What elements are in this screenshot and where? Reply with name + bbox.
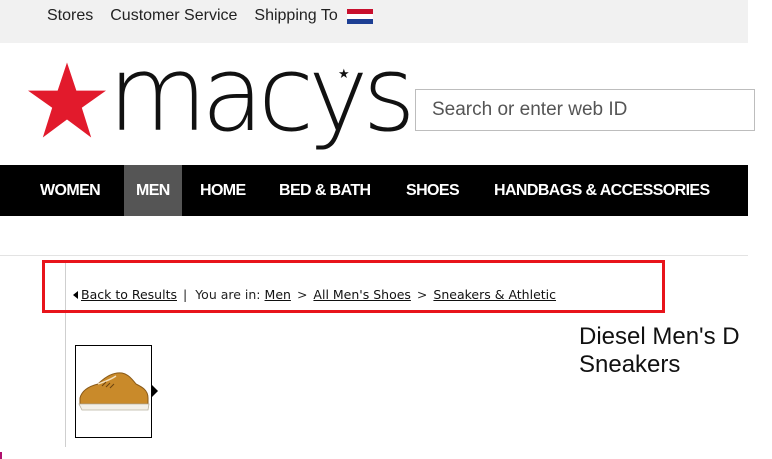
highlight-box bbox=[42, 260, 665, 313]
logo-wordmark: macys bbox=[108, 33, 416, 155]
nav-item-home[interactable]: HOME bbox=[200, 165, 246, 216]
product-title-line-2: Sneakers bbox=[579, 351, 681, 378]
logo-small-star-icon: ★ bbox=[338, 66, 350, 81]
product-thumbnail[interactable] bbox=[75, 345, 152, 438]
nav-item-women[interactable]: WOMEN bbox=[40, 165, 101, 216]
customer-service-link[interactable]: Customer Service bbox=[110, 7, 237, 25]
edge-marker bbox=[0, 452, 2, 459]
sneaker-image bbox=[78, 372, 150, 411]
search-input[interactable] bbox=[430, 90, 754, 130]
stores-link[interactable]: Stores bbox=[47, 7, 93, 25]
search-box[interactable] bbox=[415, 89, 755, 131]
macys-logo[interactable]: macys ★ bbox=[28, 42, 416, 160]
content-divider bbox=[0, 255, 748, 256]
product-title: Diesel Men's D Sneakers bbox=[579, 323, 740, 379]
nav-item-men[interactable]: MEN bbox=[124, 165, 182, 216]
star-icon bbox=[28, 62, 106, 138]
shipping-to-link[interactable]: Shipping To bbox=[254, 7, 337, 25]
utility-links: Stores Customer Service Shipping To bbox=[47, 7, 373, 25]
thumbnail-pointer-icon bbox=[152, 385, 158, 397]
product-title-line-1: Diesel Men's D bbox=[579, 323, 740, 350]
nav-item-handbags-accessories[interactable]: HANDBAGS & ACCESSORIES bbox=[494, 165, 710, 216]
main-nav: WOMEN MEN HOME BED & BATH SHOES HANDBAGS… bbox=[0, 165, 748, 216]
nav-item-shoes[interactable]: SHOES bbox=[406, 165, 460, 216]
nav-item-bed-bath[interactable]: BED & BATH bbox=[279, 165, 371, 216]
us-flag-icon[interactable] bbox=[346, 8, 373, 25]
